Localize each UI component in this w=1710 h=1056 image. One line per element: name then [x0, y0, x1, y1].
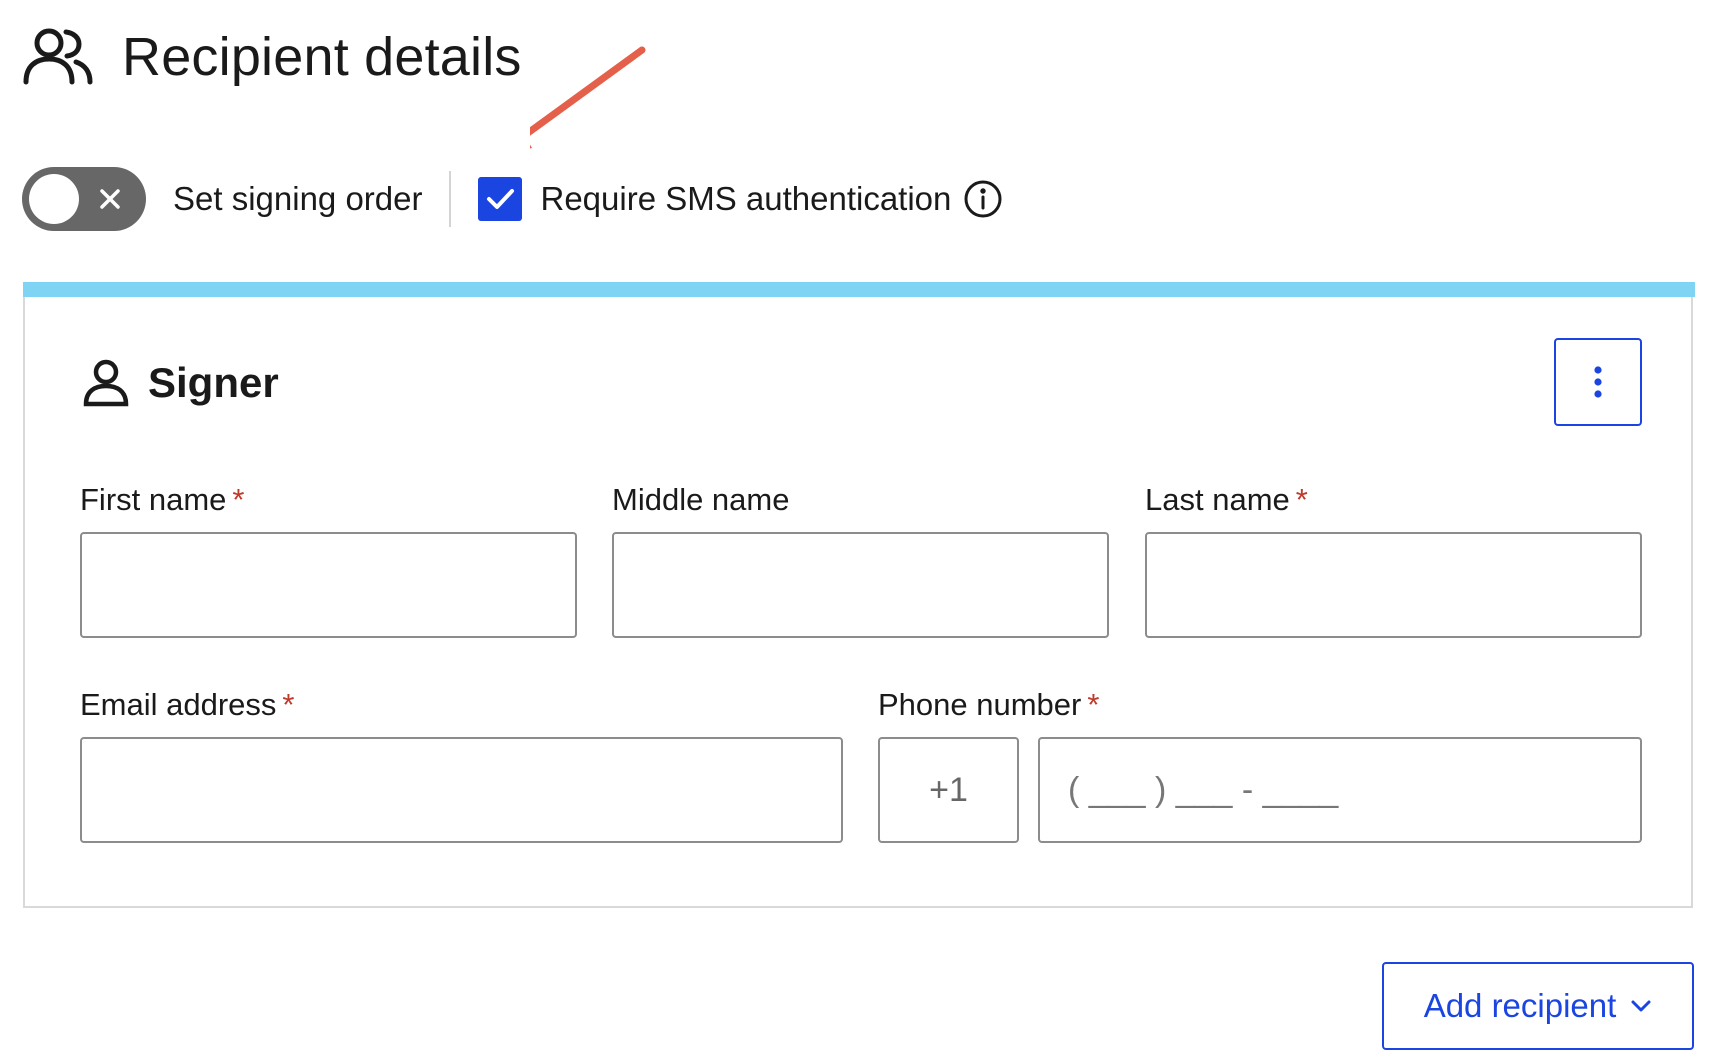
required-marker: *: [232, 482, 245, 517]
required-marker: *: [1087, 687, 1100, 722]
signer-title: Signer: [148, 359, 279, 406]
last-name-input[interactable]: [1145, 532, 1642, 638]
user-icon: [83, 359, 129, 407]
page-header: Recipient details: [22, 26, 522, 88]
last-name-label: Last name *: [1145, 482, 1308, 517]
signing-order-toggle[interactable]: [22, 167, 146, 231]
page-title: Recipient details: [122, 27, 522, 87]
checkmark-icon: [487, 189, 515, 209]
sms-auth-checkbox[interactable]: [478, 177, 523, 221]
email-field[interactable]: [80, 737, 843, 843]
middle-name-label: Middle name: [612, 482, 790, 517]
recipient-details-page: Recipient details Set signing order Requ…: [0, 0, 1710, 1056]
signing-order-label: Set signing order: [173, 180, 423, 217]
add-recipient-label: Add recipient: [1423, 987, 1617, 1024]
chevron-down-icon: [1631, 1000, 1651, 1012]
users-icon: [23, 28, 93, 85]
country-code-field[interactable]: +1: [878, 737, 1019, 843]
phone-label: Phone number *: [878, 687, 1100, 722]
more-options-button[interactable]: [1554, 338, 1642, 426]
middle-name-input[interactable]: [612, 532, 1109, 638]
signer-card: Signer First name * Middle name Last name…: [23, 282, 1695, 908]
phone-number-input[interactable]: [1038, 737, 1642, 843]
divider: [449, 171, 452, 227]
more-vertical-icon: [1594, 366, 1602, 398]
required-marker: *: [282, 687, 295, 722]
signer-header: Signer: [82, 358, 279, 408]
close-icon: [100, 189, 120, 209]
add-recipient-button[interactable]: Add recipient: [1382, 962, 1694, 1050]
first-name-input[interactable]: [80, 532, 577, 638]
toggle-knob: [29, 174, 79, 224]
required-marker: *: [1295, 482, 1308, 517]
options-row: Set signing order Require SMS authentica…: [22, 167, 1003, 231]
email-label: Email address *: [80, 687, 295, 722]
sms-auth-label: Require SMS authentication: [540, 180, 952, 217]
first-name-label: First name *: [80, 482, 245, 517]
red-arrow-icon: [530, 46, 646, 149]
card-accent-bar: [23, 282, 1695, 297]
info-icon[interactable]: [963, 179, 1003, 219]
